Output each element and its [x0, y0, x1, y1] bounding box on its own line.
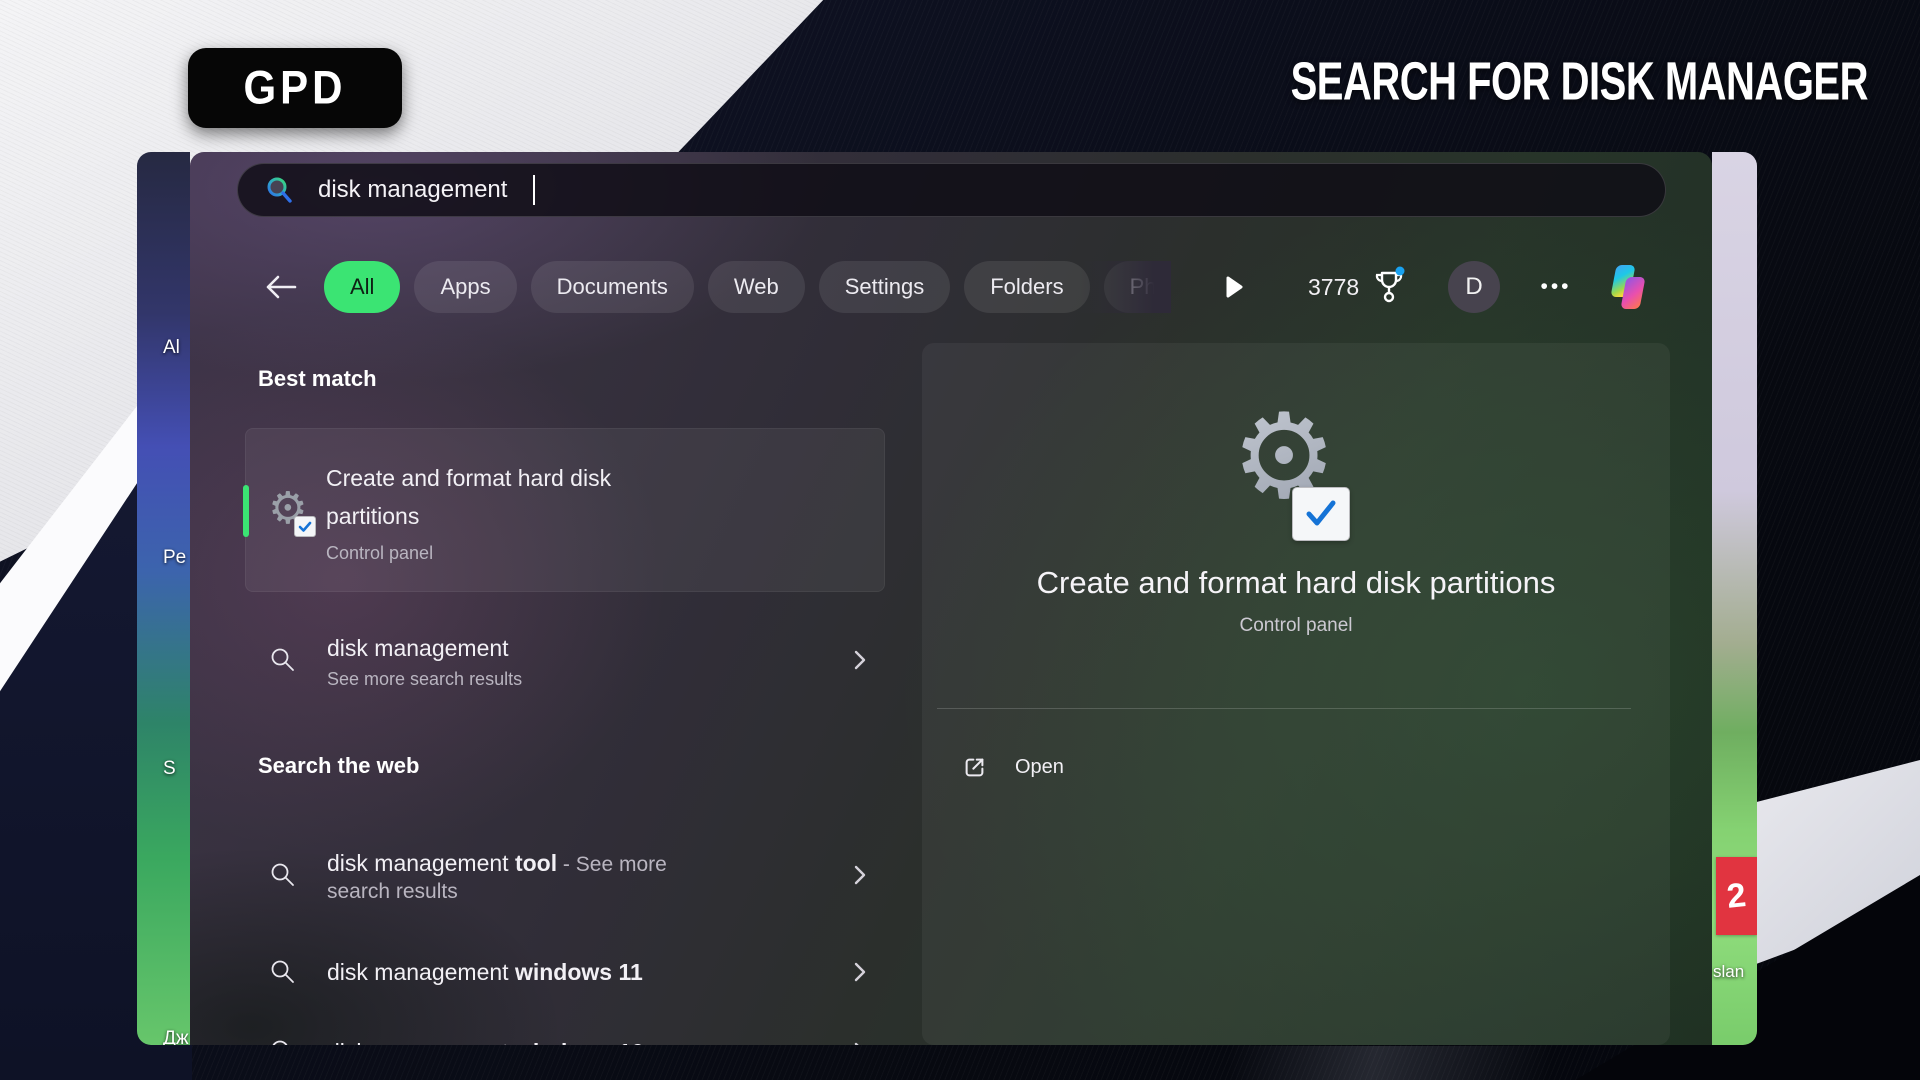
desktop-icon-label: Pe — [163, 547, 186, 569]
filter-chip-ph[interactable]: Ph — [1104, 261, 1169, 313]
completion-part: windows 11 — [515, 959, 643, 985]
desktop-icon-label: Al — [163, 337, 180, 359]
chevron-right-icon[interactable] — [853, 961, 867, 983]
web-suggestion-row-clipped[interactable]: disk management windows 10 — [245, 1020, 885, 1045]
more-options-button[interactable]: ••• — [1526, 270, 1586, 304]
search-suggestion-icon — [269, 861, 297, 889]
page-title: SEARCH FOR DISK MANAGER — [1291, 52, 1868, 113]
see-more-part-line2: search results — [327, 880, 458, 903]
desktop-wallpaper-left: Al Pe S Дж — [137, 152, 190, 1045]
query-part: disk management — [327, 850, 515, 876]
web-suggestion-row[interactable]: disk management windows 11 — [245, 940, 885, 1004]
search-suggestion-row[interactable]: disk management See more search results — [245, 615, 885, 705]
search-icon — [264, 175, 294, 205]
chevron-right-icon[interactable] — [853, 864, 867, 886]
search-suggestion-icon — [269, 958, 297, 986]
query-part: disk management — [327, 959, 515, 985]
arrow-left-icon — [264, 272, 300, 302]
best-match-text: Create and format hard disk partitions C… — [326, 457, 636, 564]
web-section-header: Search the web — [258, 753, 419, 779]
desktop-icon-label: S — [163, 758, 176, 780]
rewards-points: 3778 — [1308, 274, 1359, 301]
completion-part: windows 10 — [515, 1039, 644, 1045]
filter-chip-documents[interactable]: Documents — [531, 261, 694, 313]
see-more-part: - See more — [557, 853, 667, 876]
best-match-result[interactable]: ⚙ Create and format hard disk partitions… — [245, 428, 885, 592]
gpd-logo-text: GPD — [243, 61, 346, 115]
query-part: disk management — [327, 1039, 515, 1045]
account-avatar[interactable]: D — [1448, 261, 1500, 313]
selection-accent-bar — [243, 485, 249, 537]
best-match-subtitle: Control panel — [326, 543, 636, 564]
web-suggestion-text: disk management windows 11 — [327, 955, 643, 989]
search-suggestion-icon — [269, 1038, 297, 1045]
checkmark-badge-icon — [294, 516, 316, 537]
suggestion-text: disk management See more search results — [327, 631, 522, 690]
open-external-icon — [961, 754, 988, 781]
filter-chip-settings[interactable]: Settings — [819, 261, 951, 313]
preview-subtitle: Control panel — [922, 615, 1670, 637]
desktop-wallpaper-right: 2 slan — [1712, 152, 1757, 1045]
best-match-title: Create and format hard disk partitions — [326, 459, 636, 535]
chips-scroll-right-button[interactable] — [1226, 275, 1246, 299]
open-button[interactable]: Open — [947, 739, 1078, 795]
suggestion-title: disk management — [327, 631, 522, 665]
rewards-button[interactable]: 3778 — [1308, 264, 1407, 310]
web-suggestion-row[interactable]: disk management tool - See more search r… — [245, 820, 885, 930]
search-panel: disk management All Apps Documents Web S… — [190, 152, 1712, 1045]
gpd-logo: GPD — [188, 48, 402, 128]
web-suggestion-text: disk management windows 10 — [327, 1035, 644, 1045]
red-desktop-icon-glyph: 2 — [1725, 876, 1748, 917]
chevron-right-icon[interactable] — [853, 1041, 867, 1045]
divider — [937, 708, 1631, 709]
search-input[interactable]: disk management — [237, 163, 1666, 217]
open-button-label: Open — [1015, 756, 1064, 779]
play-icon — [1226, 276, 1243, 298]
search-suggestion-icon — [269, 646, 297, 674]
filter-chip-all[interactable]: All — [324, 261, 400, 313]
preview-pane: ⚙ Create and format hard disk partitions… — [922, 343, 1670, 1045]
copilot-icon[interactable] — [1602, 261, 1654, 313]
filter-chip-folders[interactable]: Folders — [964, 261, 1089, 313]
completion-part: tool — [515, 850, 557, 876]
back-button[interactable] — [262, 270, 302, 304]
chevron-right-icon[interactable] — [853, 649, 867, 671]
control-panel-gear-icon: ⚙ — [268, 487, 312, 533]
desktop-icon-label: Дж — [163, 1028, 189, 1045]
filter-chip-web[interactable]: Web — [708, 261, 805, 313]
background-streak — [1230, 1046, 1550, 1080]
filter-chips: All Apps Documents Web Settings Folders … — [324, 261, 1169, 313]
search-query-text: disk management — [318, 176, 507, 204]
text-caret — [533, 175, 535, 205]
web-suggestion-text: disk management tool - See more search r… — [327, 846, 667, 904]
filter-chip-apps[interactable]: Apps — [414, 261, 516, 313]
best-match-header: Best match — [258, 366, 377, 392]
stage: GPD SEARCH FOR DISK MANAGER Al Pe S Дж 2… — [0, 0, 1920, 1080]
red-desktop-icon: 2 — [1716, 857, 1757, 935]
checkmark-badge-icon — [1292, 487, 1350, 541]
preview-app-icon: ⚙ — [1204, 381, 1364, 551]
desktop-icon-label: slan — [1713, 962, 1744, 982]
preview-title: Create and format hard disk partitions — [922, 565, 1670, 601]
rewards-trophy-icon — [1371, 265, 1407, 309]
suggestion-subtitle: See more search results — [327, 669, 522, 690]
windows-search-screenshot: Al Pe S Дж 2 slan — [137, 152, 1757, 1045]
